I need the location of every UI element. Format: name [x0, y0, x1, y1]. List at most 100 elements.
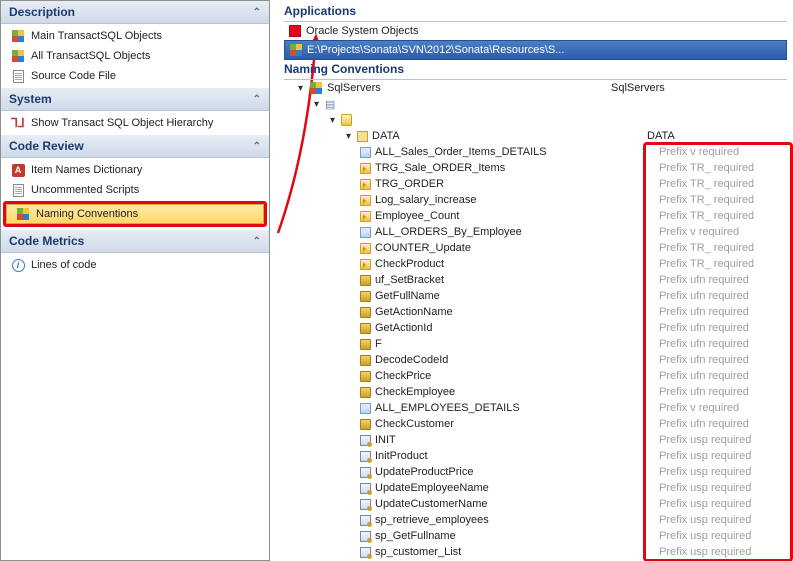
tree-validation: Prefix usp required	[611, 496, 787, 512]
tree-object[interactable]: UpdateEmployeeName	[284, 480, 611, 496]
trigger-icon	[360, 179, 371, 190]
tree-validation: Prefix v required	[611, 224, 787, 240]
sidebar-item[interactable]: iLines of code	[1, 255, 269, 275]
tree-object[interactable]: CheckPrice	[284, 368, 611, 384]
trigger-icon	[360, 163, 371, 174]
group-title: System	[9, 92, 52, 106]
validation-message: Prefix TR_ required	[659, 162, 754, 174]
group-items-description: Main TransactSQL Objects All TransactSQL …	[1, 24, 269, 88]
validation-message: Prefix usp required	[659, 482, 751, 494]
validation-message: Prefix TR_ required	[659, 194, 754, 206]
tree-object[interactable]: CheckProduct	[284, 256, 611, 272]
tree-object[interactable]: InitProduct	[284, 448, 611, 464]
tree-object[interactable]: sp_retrieve_employees	[284, 512, 611, 528]
group-items-codereview: AItem Names DictionaryUncommented Script…	[1, 158, 269, 230]
tree-validation: Prefix usp required	[611, 528, 787, 544]
object-name: GetActionId	[375, 322, 432, 334]
validation-message: Prefix usp required	[659, 546, 751, 558]
expander-icon[interactable]: ▾	[344, 132, 353, 141]
chevron-up-icon: ⌃	[253, 236, 261, 247]
tree-database[interactable]: ▾	[284, 112, 611, 128]
sidebar-item[interactable]: Naming Conventions	[6, 204, 264, 224]
sq4-icon	[11, 49, 25, 63]
validation-message: Prefix v required	[659, 146, 739, 158]
tree-object[interactable]: F	[284, 336, 611, 352]
sidebar-item[interactable]: Source Code File	[1, 66, 269, 86]
expander-icon[interactable]: ▾	[328, 116, 337, 125]
tree-object[interactable]: GetFullName	[284, 288, 611, 304]
tree-object[interactable]: sp_customer_List	[284, 544, 611, 560]
sidebar-item[interactable]: Uncommented Scripts	[1, 180, 269, 200]
tree-sqlservers[interactable]: ▾SqlServers	[284, 80, 611, 96]
tree-object[interactable]: TRG_Sale_ORDER_Items	[284, 160, 611, 176]
sidebar-item[interactable]: Main TransactSQL Objects	[1, 26, 269, 46]
trigger-icon	[360, 195, 371, 206]
tree-object[interactable]: UpdateProductPrice	[284, 464, 611, 480]
tree-validation: Prefix TR_ required	[611, 192, 787, 208]
tree-object[interactable]: UpdateCustomerName	[284, 496, 611, 512]
tree-object[interactable]: DecodeCodeId	[284, 352, 611, 368]
group-header-system[interactable]: System ⌃	[1, 88, 269, 111]
tree-validation: Prefix usp required	[611, 480, 787, 496]
object-name: CheckPrice	[375, 370, 431, 382]
object-name: TRG_ORDER	[375, 178, 444, 190]
tree-object[interactable]: GetActionName	[284, 304, 611, 320]
storedproc-icon	[360, 483, 371, 494]
sidebar-item-label: All TransactSQL Objects	[31, 50, 150, 62]
function-icon	[360, 339, 371, 350]
group-header-codemetrics[interactable]: Code Metrics ⌃	[1, 230, 269, 253]
tree-validation: Prefix usp required	[611, 448, 787, 464]
database-icon	[341, 114, 352, 126]
sidebar-item[interactable]: All TransactSQL Objects	[1, 46, 269, 66]
tree-object[interactable]: Log_salary_increase	[284, 192, 611, 208]
tree-validation: Prefix ufn required	[611, 416, 787, 432]
tree-object[interactable]: COUNTER_Update	[284, 240, 611, 256]
tree-object[interactable]: GetActionId	[284, 320, 611, 336]
tree-validation: Prefix TR_ required	[611, 256, 787, 272]
validation-message: Prefix usp required	[659, 530, 751, 542]
tree-validation: Prefix usp required	[611, 512, 787, 528]
object-name: ALL_Sales_Order_Items_DETAILS	[375, 146, 547, 158]
trigger-icon	[360, 259, 371, 270]
tree-object[interactable]: INIT	[284, 432, 611, 448]
sq4-icon	[16, 207, 30, 221]
tree-object[interactable]: TRG_ORDER	[284, 176, 611, 192]
tree-validation: Prefix ufn required	[611, 368, 787, 384]
tree-object[interactable]: ALL_ORDERS_By_Employee	[284, 224, 611, 240]
application-row[interactable]: Oracle System Objects	[284, 22, 787, 40]
trigger-icon	[360, 211, 371, 222]
application-row[interactable]: E:\Projects\Sonata\SVN\2012\Sonata\Resou…	[284, 40, 787, 60]
expander-icon[interactable]: ▾	[312, 100, 321, 109]
validation-message: Prefix ufn required	[659, 386, 749, 398]
group-header-codereview[interactable]: Code Review ⌃	[1, 135, 269, 158]
group-title: Code Review	[9, 139, 84, 153]
expander-icon[interactable]: ▾	[296, 84, 305, 93]
tree-object[interactable]: sp_GetFullname	[284, 528, 611, 544]
tree-object[interactable]: CheckEmployee	[284, 384, 611, 400]
tree-object[interactable]: Employee_Count	[284, 208, 611, 224]
tree-object[interactable]: ALL_EMPLOYEES_DETAILS	[284, 400, 611, 416]
object-name: CheckEmployee	[375, 386, 455, 398]
function-icon	[360, 387, 371, 398]
tree-object[interactable]: uf_SetBracket	[284, 272, 611, 288]
object-name: uf_SetBracket	[375, 274, 444, 286]
trigger-icon	[360, 243, 371, 254]
tree-schema[interactable]: ▾DATA	[284, 128, 611, 144]
tree-validation: Prefix TR_ required	[611, 208, 787, 224]
tree-object[interactable]: CheckCustomer	[284, 416, 611, 432]
application-label: E:\Projects\Sonata\SVN\2012\Sonata\Resou…	[307, 44, 564, 56]
tree-object[interactable]: ALL_Sales_Order_Items_DETAILS	[284, 144, 611, 160]
ora-icon	[288, 24, 302, 38]
sqlservers-icon	[309, 81, 323, 95]
sidebar-item[interactable]: ⅂⅃Show Transact SQL Object Hierarchy	[1, 113, 269, 133]
application-label: Oracle System Objects	[306, 25, 418, 37]
tree-validation: Prefix ufn required	[611, 384, 787, 400]
group-header-description[interactable]: Description ⌃	[1, 1, 269, 24]
object-name: sp_retrieve_employees	[375, 514, 489, 526]
naming-tree-right: SqlServersDATAPrefix v requiredPrefix TR…	[611, 80, 787, 560]
tree-database-r	[611, 112, 787, 128]
object-name: sp_GetFullname	[375, 530, 456, 542]
sidebar-item[interactable]: AItem Names Dictionary	[1, 160, 269, 180]
tree-server[interactable]: ▾▤	[284, 96, 611, 112]
validation-message: Prefix ufn required	[659, 290, 749, 302]
